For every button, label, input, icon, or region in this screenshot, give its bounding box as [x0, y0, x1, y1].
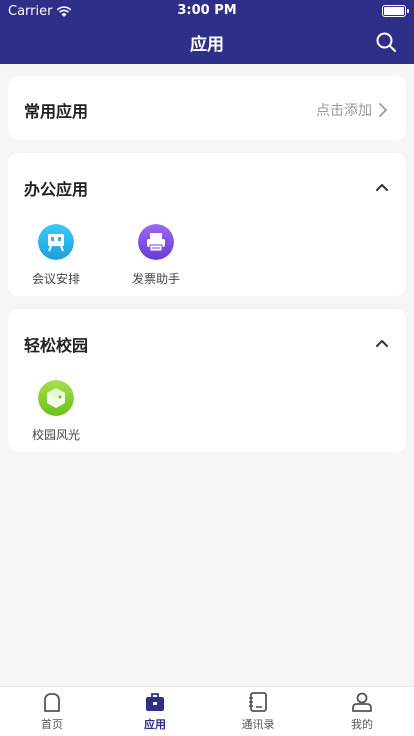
status-time: 3:00 PM [177, 3, 237, 18]
invoice-printer-icon [138, 224, 174, 260]
common-apps-title: 常用应用 [24, 102, 89, 121]
battery-icon [382, 5, 409, 17]
app-label: 会议安排 [31, 272, 80, 286]
common-apps-card: 常用应用 点击添加 [8, 76, 406, 140]
campus-apps-title: 轻松校园 [24, 336, 89, 355]
tab-label: 应用 [144, 718, 166, 731]
top-header: Carrier 3:00 PM 应用 [0, 0, 414, 64]
campus-apps-card: 轻松校园 校园风光 [8, 309, 406, 452]
page-title: 应用 [190, 35, 224, 55]
briefcase-icon [146, 693, 164, 711]
chevron-right-icon [379, 103, 387, 117]
tab-profile[interactable]: 我的 [322, 691, 402, 732]
chevron-up-icon[interactable] [374, 179, 390, 195]
status-bar: Carrier 3:00 PM [0, 0, 414, 22]
office-apps-card: 办公应用 会议安排 发票助手 [8, 153, 406, 296]
meeting-icon [38, 224, 74, 260]
add-common-app-label: 点击添加 [316, 103, 372, 119]
app-meeting[interactable]: 会议安排 [21, 224, 91, 287]
contacts-book-icon [249, 692, 267, 712]
tab-label: 首页 [41, 718, 63, 731]
app-label: 发票助手 [131, 272, 180, 286]
app-invoice[interactable]: 发票助手 [121, 224, 191, 287]
home-icon [44, 693, 60, 712]
chevron-up-icon[interactable] [374, 335, 390, 351]
tab-label: 通讯录 [241, 718, 275, 731]
tab-apps[interactable]: 应用 [115, 691, 195, 732]
tab-contacts[interactable]: 通讯录 [218, 691, 298, 732]
bottom-tab-bar: 首页 应用 通讯录 我的 [0, 686, 414, 736]
tab-home[interactable]: 首页 [12, 691, 92, 732]
tab-label: 我的 [351, 718, 373, 731]
profile-icon [352, 692, 372, 712]
campus-scenery-icon [38, 380, 74, 416]
app-campus-scenery[interactable]: 校园风光 [21, 380, 91, 443]
add-common-app-button[interactable]: 点击添加 [316, 100, 388, 120]
office-apps-title: 办公应用 [24, 180, 89, 199]
search-icon[interactable] [374, 30, 398, 54]
app-label: 校园风光 [31, 428, 80, 442]
